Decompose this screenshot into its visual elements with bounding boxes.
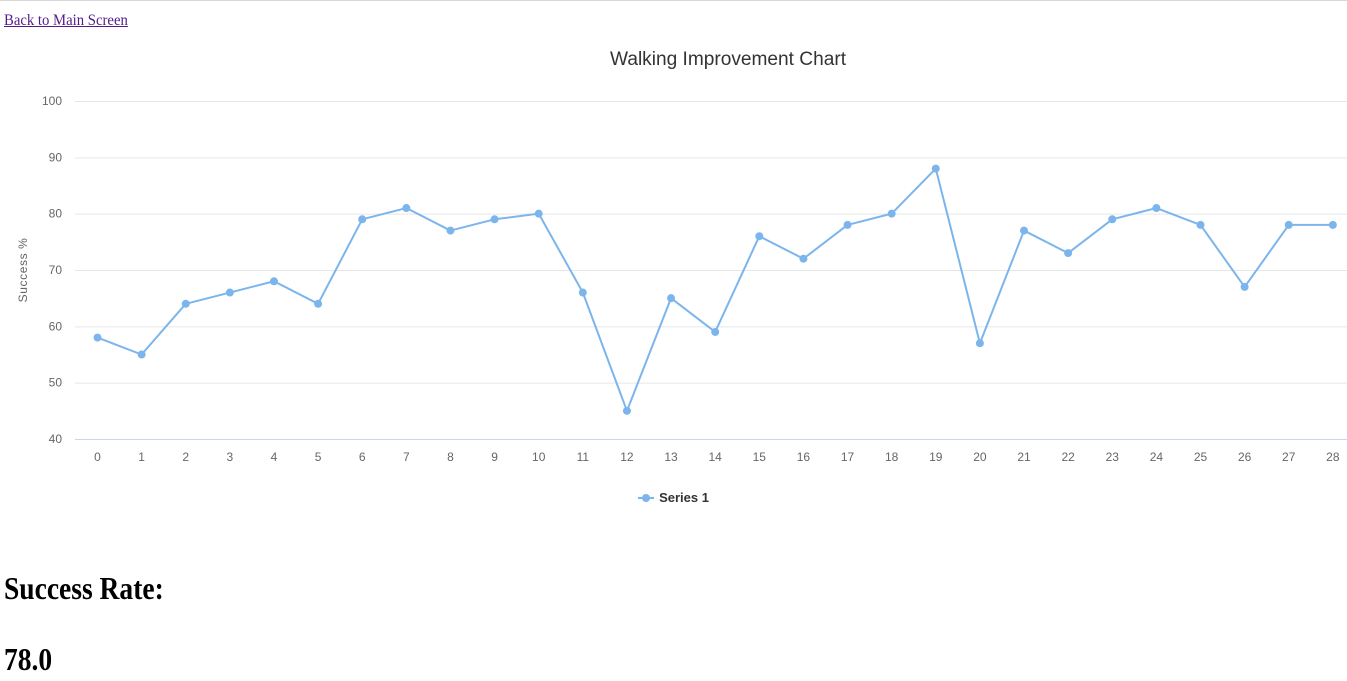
- legend-label: Series 1: [659, 490, 709, 505]
- chart-legend: Series 1: [0, 490, 1347, 506]
- x-tick-label: 4: [271, 450, 278, 464]
- x-tick-label: 26: [1238, 450, 1252, 464]
- legend-item-series[interactable]: Series 1: [638, 490, 709, 505]
- x-tick-label: 15: [753, 450, 767, 464]
- data-point: [887, 209, 896, 218]
- x-tick-label: 22: [1061, 450, 1075, 464]
- success-rate-value: 78.0: [4, 641, 53, 677]
- data-point: [269, 277, 278, 286]
- top-divider: [0, 0, 1347, 1]
- data-point: [1328, 220, 1337, 229]
- data-point: [1152, 204, 1161, 213]
- data-point: [181, 299, 190, 308]
- y-axis-label: Success %: [16, 238, 30, 303]
- data-point: [755, 232, 764, 241]
- x-tick-label: 8: [447, 450, 454, 464]
- data-point: [931, 164, 940, 173]
- x-tick-label: 9: [491, 450, 498, 464]
- data-point: [578, 288, 587, 297]
- y-tick-label: 70: [49, 263, 63, 277]
- x-tick-label: 7: [403, 450, 410, 464]
- back-to-main-link[interactable]: Back to Main Screen: [4, 12, 128, 30]
- chart-container: Walking Improvement Chart Success % 40 50 60…: [0, 36, 1347, 516]
- data-point: [1064, 249, 1073, 258]
- x-tick-label: 10: [532, 450, 546, 464]
- chart-title: Walking Improvement Chart: [610, 49, 847, 70]
- x-tick-label: 19: [929, 450, 943, 464]
- x-tick-label: 5: [315, 450, 322, 464]
- x-tick-label: 6: [359, 450, 366, 464]
- data-point: [137, 350, 146, 359]
- legend-marker-icon: [638, 493, 655, 503]
- x-tick-label: 28: [1326, 450, 1340, 464]
- data-point: [534, 209, 543, 218]
- y-tick-label: 50: [49, 376, 63, 390]
- series-line: [96, 167, 1334, 412]
- y-tick-label: 80: [49, 207, 63, 221]
- data-point: [799, 254, 808, 263]
- x-tick-label: 11: [577, 450, 590, 464]
- x-tick-label: 27: [1282, 450, 1296, 464]
- data-point: [1240, 282, 1249, 291]
- y-tick-label: 60: [49, 319, 63, 333]
- x-tick-label: 23: [1106, 450, 1120, 464]
- x-tick-label: 1: [138, 450, 145, 464]
- data-point: [93, 333, 102, 342]
- x-tick-label: 18: [885, 450, 899, 464]
- x-tick-label: 12: [620, 450, 634, 464]
- x-tick-label: 20: [973, 450, 987, 464]
- data-point: [490, 215, 499, 224]
- x-tick-label: 2: [182, 450, 189, 464]
- x-tick-label: 13: [664, 450, 678, 464]
- data-point: [667, 294, 676, 303]
- x-tick-label: 16: [797, 450, 811, 464]
- data-point: [446, 226, 455, 235]
- x-tick-label: 3: [227, 450, 234, 464]
- data-point: [402, 204, 411, 213]
- y-tick-label: 90: [49, 150, 63, 164]
- x-tick-label: 17: [841, 450, 855, 464]
- line-chart: Walking Improvement ChartSuccess %405060…: [16, 49, 1347, 464]
- x-tick-label: 0: [94, 450, 101, 464]
- data-point: [314, 299, 323, 308]
- y-tick-label: 100: [42, 94, 62, 108]
- data-point: [711, 327, 720, 336]
- data-point: [1020, 226, 1029, 235]
- data-point: [843, 220, 852, 229]
- data-point: [1196, 220, 1205, 229]
- x-tick-label: 25: [1194, 450, 1208, 464]
- data-point: [975, 339, 984, 348]
- success-rate-heading: Success Rate:: [4, 570, 164, 606]
- x-tick-label: 24: [1150, 450, 1164, 464]
- x-tick-label: 21: [1017, 450, 1031, 464]
- data-point: [1108, 215, 1117, 224]
- y-tick-label: 40: [49, 432, 63, 446]
- data-point: [622, 406, 631, 415]
- data-point: [358, 215, 367, 224]
- data-point: [1284, 220, 1293, 229]
- x-tick-label: 14: [709, 450, 723, 464]
- data-point: [225, 288, 234, 297]
